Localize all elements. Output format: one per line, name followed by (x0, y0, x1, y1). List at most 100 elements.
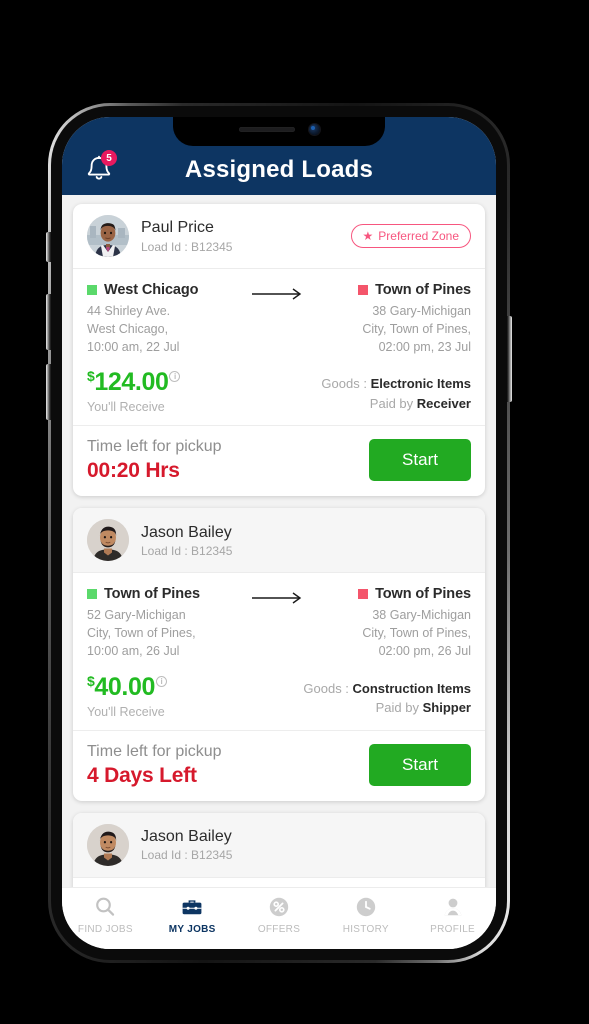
origin-address-line2: City, Town of Pines, (87, 626, 196, 641)
origin-address: 44 Shirley Ave. West Chicago, 10:00 am, … (87, 303, 241, 356)
pickup-footer: Time left for pickup 4 Days Left Start (73, 729, 485, 801)
goods-value: Electronic Items (370, 376, 471, 392)
camera-lens-dot (310, 126, 315, 130)
pickup-timer-label: Time left for pickup (87, 438, 222, 456)
tab-label: HISTORY (342, 924, 389, 935)
load-card[interactable]: Paul Price Load Id : B12345 ★ Preferred … (73, 204, 485, 497)
tab-label: PROFILE (430, 924, 476, 935)
tab-history[interactable]: HISTORY (322, 895, 409, 935)
screenshot-stage: 5 Assigned Loads Paul Price Load Id: B1… (0, 0, 589, 1024)
payout-caption: You'll Receive (87, 400, 165, 415)
paid-by-row: Paid by Shipper (303, 698, 471, 718)
origin-datetime: 10:00 am, 26 Jul (87, 643, 180, 658)
route-arrow (241, 586, 318, 605)
goods-label: Goods : (303, 680, 353, 696)
load-card[interactable]: Jason Bailey Load Id : B12345 Town of Pi… (73, 508, 485, 801)
payout-block: $40.00 i You'll Receive (87, 674, 167, 719)
destination-address-line2: City, Town of Pines, (362, 321, 471, 336)
tab-label: FIND JOBS (77, 924, 133, 935)
tab-profile[interactable]: PROFILE (409, 895, 496, 935)
destination-datetime: 02:00 pm, 23 Jul (378, 339, 471, 354)
goods-row: Goods : Electronic Items (321, 374, 471, 394)
origin-city: West Chicago (104, 282, 199, 298)
load-card-identity: Paul Price Load Id : B12345 (141, 218, 351, 253)
arrow-right-icon (252, 288, 302, 300)
start-button[interactable]: Start (369, 743, 471, 786)
search-icon (96, 897, 115, 916)
destination-marker-icon (358, 589, 369, 600)
loads-list[interactable]: Paul Price Load Id : B12345 ★ Preferred … (62, 195, 496, 887)
amount-value: 40.00 (94, 672, 155, 701)
pickup-timer-label: Time left for pickup (87, 742, 222, 760)
load-id: Load Id : B12345 (141, 848, 233, 863)
notifications-button[interactable]: 5 (82, 150, 117, 186)
origin-marker-icon (87, 589, 97, 600)
pickup-footer: Time left for pickup 00:20 Hrs Start (73, 425, 485, 496)
driver-name: Jason Bailey (141, 523, 232, 541)
origin-city: Town of Pines (104, 586, 200, 603)
destination-address: 38 Gary-Michigan City, Town of Pines, 02… (317, 303, 471, 356)
destination-address-line1: 38 Gary-Michigan (372, 304, 471, 318)
destination-block: Town of Pines 38 Gary-Michigan City, Tow… (317, 282, 471, 356)
destination-address-line1: 38 Gary-Michigan (372, 608, 471, 623)
start-button[interactable]: Start (369, 439, 471, 482)
origin-address-line1: 52 Gary-Michigan (87, 608, 186, 623)
pickup-timer: Time left for pickup 4 Days Left (87, 742, 222, 788)
load-card[interactable]: Jason Bailey Load Id : B12345 Town of Pi… (73, 812, 485, 887)
origin-marker-icon (87, 285, 97, 295)
driver-name: Paul Price (141, 219, 214, 237)
payout-amount: $40.00 i (87, 674, 167, 700)
paid-by-value: Receiver (416, 395, 471, 411)
origin-address: 52 Gary-Michigan City, Town of Pines, 10… (87, 607, 241, 660)
avatar (87, 215, 129, 257)
goods-value: Construction Items (352, 680, 471, 696)
tab-offers[interactable]: OFFERS (236, 895, 323, 935)
origin-address-line2: West Chicago, (87, 321, 169, 336)
origin-address-line1: 44 Shirley Ave. (87, 304, 171, 318)
paid-by-value: Shipper (422, 700, 471, 716)
silent-switch-button[interactable] (46, 232, 51, 262)
destination-datetime: 02:00 pm, 26 Jul (378, 643, 471, 658)
goods-block: Goods : Electronic Items Paid by Receive… (321, 369, 471, 413)
payout-caption: You'll Receive (87, 704, 165, 719)
tab-label: MY JOBS (168, 924, 216, 935)
load-id: Load Id : B12345 (141, 544, 233, 559)
route-summary: Town of Pines 52 Gary-Michigan City, Tow… (73, 878, 485, 887)
phone-notch (173, 117, 385, 146)
pickup-timer-value: 4 Days Left (87, 763, 197, 787)
paid-by-label: Paid by (375, 700, 423, 716)
info-icon[interactable]: i (155, 675, 167, 687)
page-title: Assigned Loads (184, 156, 374, 183)
destination-city: Town of Pines (375, 282, 471, 298)
pickup-timer: Time left for pickup 00:20 Hrs (87, 437, 222, 483)
payment-summary: $40.00 i You'll Receive Goods : Construct… (73, 665, 485, 730)
tab-find-jobs[interactable]: FIND JOBS (62, 895, 149, 935)
bottom-tab-bar: FIND JOBS MY JOBS OFFERS HISTORY PROFILE (62, 887, 496, 949)
load-card-header: Paul Price Load Id : B12345 ★ Preferred … (73, 204, 485, 269)
volume-up-button[interactable] (46, 294, 51, 350)
preferred-zone-badge: ★ Preferred Zone (350, 224, 471, 248)
arrow-right-icon (252, 592, 302, 605)
payout-amount: $124.00 i (87, 369, 181, 395)
tab-my-jobs[interactable]: MY JOBS (149, 895, 236, 935)
payout-block: $124.00 i You'll Receive (87, 369, 181, 415)
paid-by-label: Paid by (369, 395, 417, 411)
info-icon[interactable]: i (169, 371, 181, 383)
goods-row: Goods : Construction Items (303, 679, 471, 699)
briefcase-icon (182, 900, 202, 915)
goods-block: Goods : Construction Items Paid by Shipp… (303, 674, 471, 718)
route-arrow (241, 282, 318, 300)
load-card-identity: Jason Bailey Load Id : B12345 (141, 827, 471, 862)
phone-bezel: 5 Assigned Loads Paul Price Load Id: B1… (46, 106, 512, 960)
volume-down-button[interactable] (46, 364, 51, 420)
power-button[interactable] (507, 316, 512, 402)
pickup-timer-value: 00:20 Hrs (87, 459, 180, 483)
payment-summary: $124.00 i You'll Receive Goods : Electron… (73, 360, 485, 425)
avatar (87, 823, 129, 866)
origin-datetime: 10:00 am, 22 Jul (87, 339, 180, 354)
goods-label: Goods : (321, 376, 371, 392)
tab-label: OFFERS (257, 924, 301, 935)
person-icon (444, 898, 461, 916)
preferred-zone-label: Preferred Zone (378, 229, 459, 243)
destination-block: Town of Pines 38 Gary-Michigan City, Tow… (317, 586, 471, 660)
